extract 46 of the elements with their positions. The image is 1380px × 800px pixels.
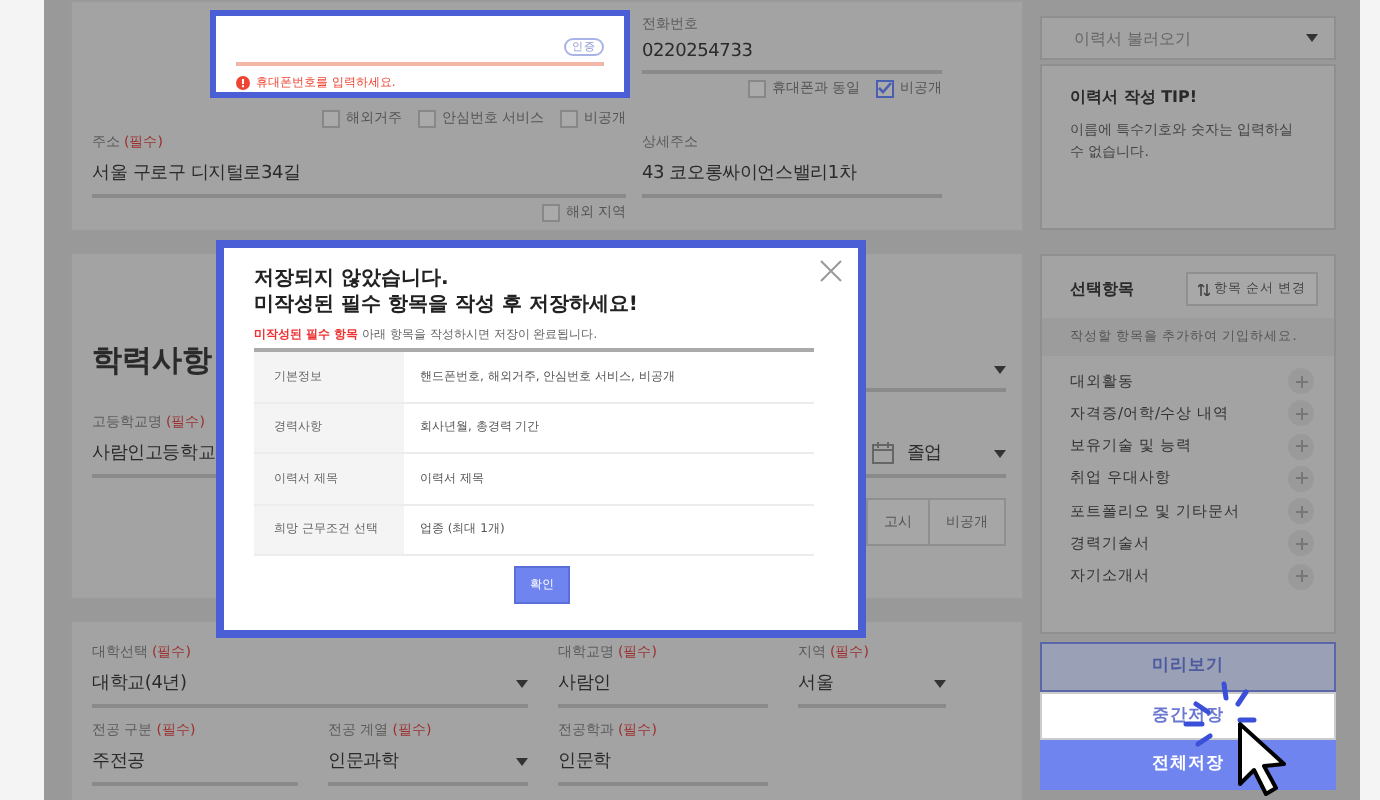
plus-icon [1295,472,1307,485]
checkbox[interactable] [876,79,894,97]
checkbox[interactable] [321,109,340,127]
checkbox[interactable] [541,203,560,221]
caret-icon [1306,34,1318,42]
caret-icon [994,366,1006,374]
caret-icon [994,449,1006,457]
checkbox[interactable] [417,109,436,127]
select-field[interactable]: 인문과학 [328,744,528,786]
close-icon[interactable] [820,260,842,282]
input-field[interactable]: 사람인 [558,666,768,708]
add-button[interactable] [1288,368,1314,394]
plus-icon [1295,537,1307,550]
input-field[interactable]: 인문학 [558,744,768,786]
error-icon [236,76,250,90]
section-title: 학력사항 [92,342,212,380]
checkbox[interactable] [747,79,766,97]
select-field[interactable]: 서울 [798,666,946,708]
select-field[interactable]: 대학교(4년) [92,666,528,708]
save-button[interactable]: 중간저장 [1040,691,1336,740]
calendar-icon [872,442,895,464]
input-field[interactable]: 주전공 [92,744,298,786]
add-button[interactable] [1288,433,1314,460]
add-button[interactable] [1288,498,1314,525]
input-field[interactable]: 43 코오롱싸이언스밸리1차 [642,156,942,198]
resume-load-dropdown[interactable]: 이력서 불러오기 [1040,16,1336,60]
caret-icon [516,679,528,687]
add-button[interactable] [1288,400,1314,427]
checkbox[interactable] [560,109,578,127]
plus-icon [1295,570,1307,583]
plus-icon [1295,375,1307,387]
plus-icon [1295,440,1307,453]
plus-icon [1295,505,1307,518]
add-button[interactable] [1288,530,1314,557]
caret-icon [516,757,528,765]
panel-title: 선택항목 [1070,278,1134,300]
add-button[interactable] [1288,465,1314,492]
add-button[interactable] [1288,563,1314,590]
dialog-title: 저장되지 않았습니다. 미작성된 필수 항목을 작성 후 저장하세요! [254,268,640,318]
caret-icon [934,679,946,687]
plus-icon [1295,407,1307,420]
input-field[interactable]: 서울 구로구 디지털로34길 [92,156,626,198]
tip-title: 이력서 작성 TIP! [1070,86,1200,108]
input-field[interactable]: 0220254733 [642,38,942,74]
sort-icon [1197,283,1210,295]
preview-button[interactable]: 미리보기 [1040,642,1336,691]
